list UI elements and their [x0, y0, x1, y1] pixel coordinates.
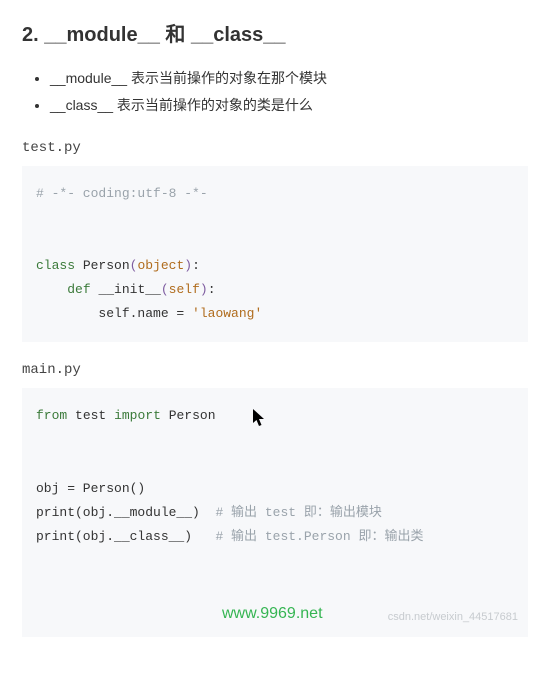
code-comment: # 输出 test 即：输出模块: [215, 505, 381, 520]
code-keyword: from: [36, 408, 67, 423]
code-paren: ): [200, 282, 208, 297]
code-arg: self: [169, 282, 200, 297]
code-line: print(obj.__module__): [36, 505, 200, 520]
watermark-text: csdn.net/weixin_44517681: [388, 607, 518, 627]
code-class-name: Person: [83, 258, 130, 273]
section-heading: 2. __module__ 和 __class__: [22, 18, 528, 47]
list-item: __module__ 表示当前操作的对象在那个模块: [50, 65, 528, 92]
bullet-list: __module__ 表示当前操作的对象在那个模块 __class__ 表示当前…: [50, 65, 528, 118]
list-item: __class__ 表示当前操作的对象的类是什么: [50, 92, 528, 119]
code-module: test: [75, 408, 106, 423]
code-paren: ): [184, 258, 192, 273]
code-keyword: import: [114, 408, 161, 423]
code-comment: # 输出 test.Person 即：输出类: [215, 529, 423, 544]
code-block-main: from test import Person obj = Person() p…: [22, 388, 528, 636]
code-string: 'laowang': [192, 306, 262, 321]
code-line: obj = Person(): [36, 481, 145, 496]
filename-label: test.py: [22, 140, 528, 156]
code-comment: # -*- coding:utf-8 -*-: [36, 186, 208, 201]
code-keyword: class: [36, 258, 75, 273]
cursor-icon: [252, 408, 268, 428]
code-body: self.name =: [98, 306, 192, 321]
code-symbol: Person: [169, 408, 216, 423]
code-keyword: def: [67, 282, 90, 297]
code-builtin: object: [137, 258, 184, 273]
filename-label: main.py: [22, 362, 528, 378]
code-block-test: # -*- coding:utf-8 -*- class Person ( obje…: [22, 166, 528, 342]
code-paren: (: [161, 282, 169, 297]
code-func-name: __init__: [98, 282, 160, 297]
code-line: print(obj.__class__): [36, 529, 192, 544]
watermark-text: www.9969.net: [222, 599, 323, 629]
